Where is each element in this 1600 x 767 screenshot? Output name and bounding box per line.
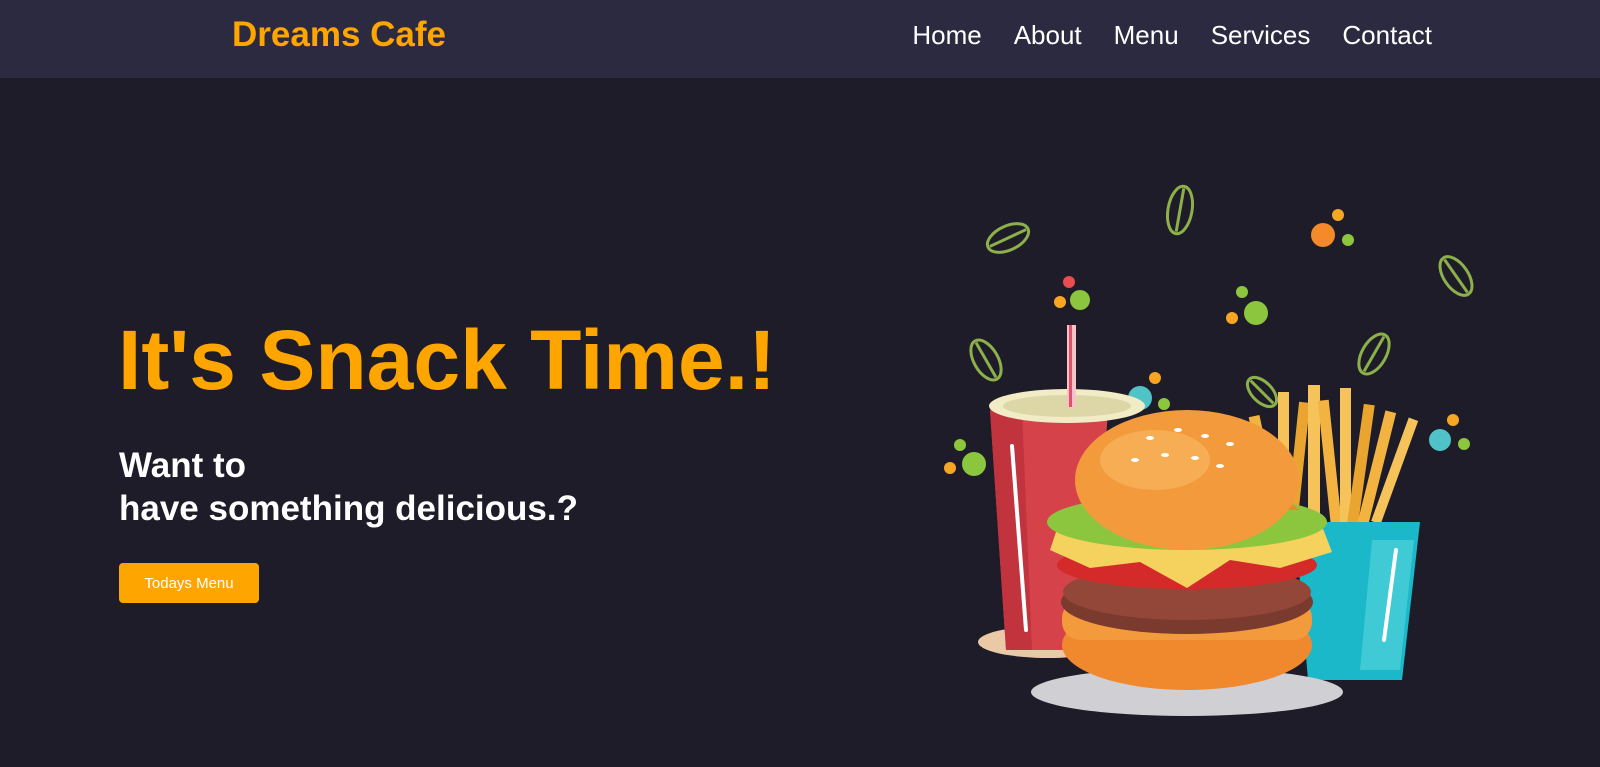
nav-link-home[interactable]: Home xyxy=(912,20,981,51)
nav-links: Home About Menu Services Contact xyxy=(912,20,1432,51)
burger-fries-soda-illustration xyxy=(944,184,1474,716)
brand-logo[interactable]: Dreams Cafe xyxy=(232,15,446,55)
hero-subtitle: Want to have something delicious.? xyxy=(119,444,578,530)
hero-subtitle-line2: have something delicious.? xyxy=(119,489,578,528)
nav-link-about[interactable]: About xyxy=(1014,20,1082,51)
nav-link-menu[interactable]: Menu xyxy=(1114,20,1179,51)
hero-title: It's Snack Time.! xyxy=(118,313,777,407)
nav-link-contact[interactable]: Contact xyxy=(1342,20,1432,51)
todays-menu-button[interactable]: Todays Menu xyxy=(119,563,259,603)
navbar: Dreams Cafe Home About Menu Services Con… xyxy=(0,0,1600,78)
hero-subtitle-line1: Want to xyxy=(119,446,246,485)
nav-link-services[interactable]: Services xyxy=(1211,20,1311,51)
